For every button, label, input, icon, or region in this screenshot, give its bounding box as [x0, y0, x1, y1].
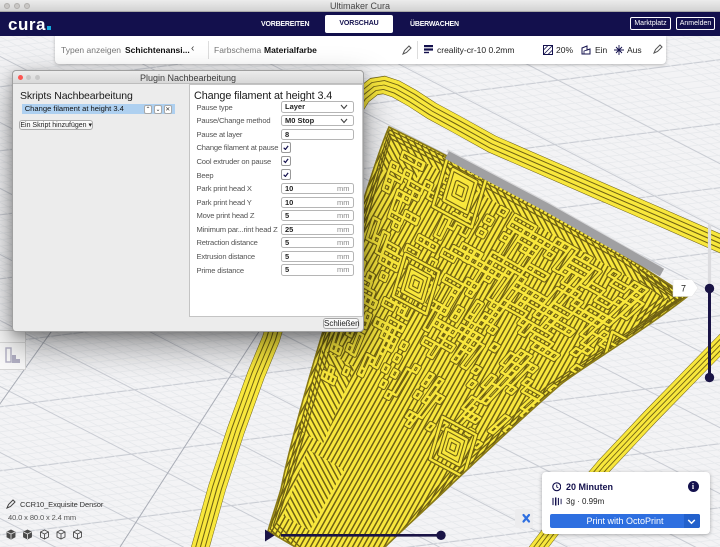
svg-text:7: 7 [681, 284, 686, 294]
